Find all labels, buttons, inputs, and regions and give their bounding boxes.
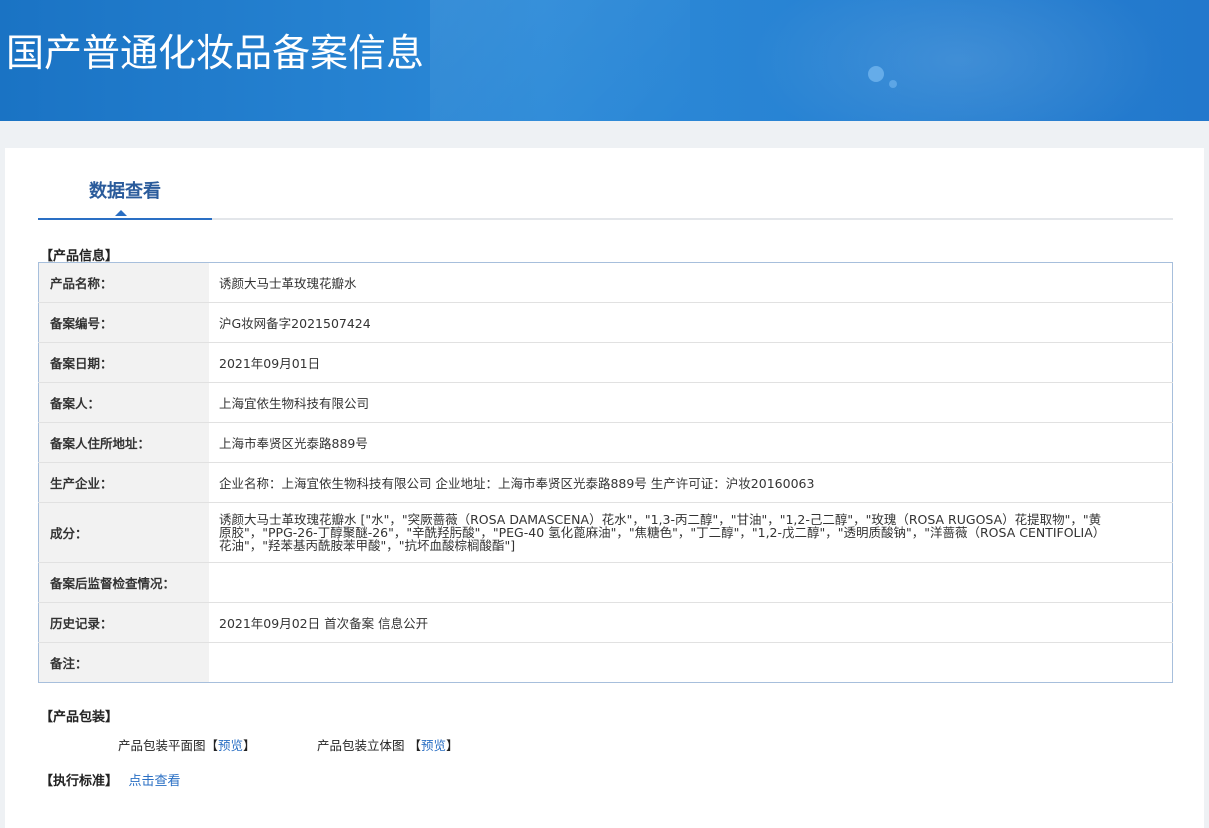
standard-view-link[interactable]: 点击查看 [129, 774, 181, 789]
content-panel: 数据查看 【产品信息】 产品名称： 诱颜大马士革玫瑰花瓣水 备案编号： 沪G妆网… [5, 148, 1204, 828]
remarks-value [209, 642, 1173, 683]
filing-date-value: 2021年09月01日 [209, 342, 1173, 383]
table-row: 历史记录： 2021年09月02日 首次备案 信息公开 [38, 602, 1173, 643]
table-row: 备案人住所地址： 上海市奉贤区光泰路889号 [38, 422, 1173, 463]
table-row: 备注： [38, 642, 1173, 683]
row-label: 备案后监督检查情况： [38, 562, 209, 603]
row-label: 备案人住所地址： [38, 422, 209, 463]
tab-indicator-arrow-icon [115, 210, 127, 216]
filer-address-value: 上海市奉贤区光泰路889号 [209, 422, 1173, 463]
history-value: 2021年09月02日 首次备案 信息公开 [209, 602, 1173, 643]
table-row: 备案日期： 2021年09月01日 [38, 342, 1173, 383]
page-title: 国产普通化妆品备案信息 [6, 31, 425, 75]
row-label: 备注： [38, 642, 209, 683]
product-name-value: 诱颜大马士革玫瑰花瓣水 [219, 276, 357, 291]
row-label: 成分： [38, 502, 209, 563]
packaging-3d-preview-link[interactable]: 预览 [421, 738, 446, 753]
row-label: 备案日期： [38, 342, 209, 383]
row-label: 备案人： [38, 382, 209, 423]
packaging-flat-label: 产品包装平面图 [118, 738, 206, 753]
table-row: 备案后监督检查情况： [38, 562, 1173, 603]
table-row: 生产企业： 企业名称：上海宜依生物科技有限公司 企业地址：上海市奉贤区光泰路88… [38, 462, 1173, 503]
packaging-flat-preview-link[interactable]: 预览 [218, 738, 243, 753]
table-row: 备案人： 上海宜依生物科技有限公司 [38, 382, 1173, 423]
tab-bar: 数据查看 [38, 174, 1173, 220]
banner-glow [749, 0, 1169, 121]
filing-number-value: 沪G妆网备字2021507424 [209, 302, 1173, 343]
header-banner: 国产普通化妆品备案信息 [0, 0, 1209, 121]
banner-dot [868, 66, 884, 82]
standard-heading-label: 【执行标准】 [40, 774, 119, 789]
tab-data-view[interactable]: 数据查看 [38, 174, 212, 220]
row-label: 生产企业： [38, 462, 209, 503]
row-label: 备案编号： [38, 302, 209, 343]
table-row: 备案编号： 沪G妆网备字2021507424 [38, 302, 1173, 343]
table-row: 成分： 诱颜大马士革玫瑰花瓣水 ["水"，"突厥蔷薇（ROSA DAMASCEN… [38, 502, 1173, 563]
ingredients-value: 诱颜大马士革玫瑰花瓣水 ["水"，"突厥蔷薇（ROSA DAMASCENA）花水… [209, 502, 1173, 563]
filer-value: 上海宜依生物科技有限公司 [209, 382, 1173, 423]
row-label: 产品名称： [38, 262, 209, 303]
banner-dot [889, 80, 897, 88]
standard-heading: 【执行标准】 点击查看 [40, 770, 181, 789]
inspection-value [209, 562, 1173, 603]
manufacturer-value: 企业名称：上海宜依生物科技有限公司 企业地址：上海市奉贤区光泰路889号 生产许… [209, 462, 1173, 503]
banner-stripe [430, 0, 690, 121]
packaging-flat-item: 产品包装平面图【预览】 [118, 738, 256, 753]
product-info-table: 产品名称： 诱颜大马士革玫瑰花瓣水 备案编号： 沪G妆网备字2021507424… [38, 262, 1173, 683]
packaging-3d-label: 产品包装立体图 [317, 738, 405, 753]
packaging-3d-item: 产品包装立体图 【预览】 [317, 738, 459, 753]
table-row: 产品名称： 诱颜大马士革玫瑰花瓣水 [38, 262, 1173, 303]
row-label: 历史记录： [38, 602, 209, 643]
packaging-heading: 【产品包装】 [40, 710, 119, 725]
tab-label: 数据查看 [89, 181, 161, 202]
